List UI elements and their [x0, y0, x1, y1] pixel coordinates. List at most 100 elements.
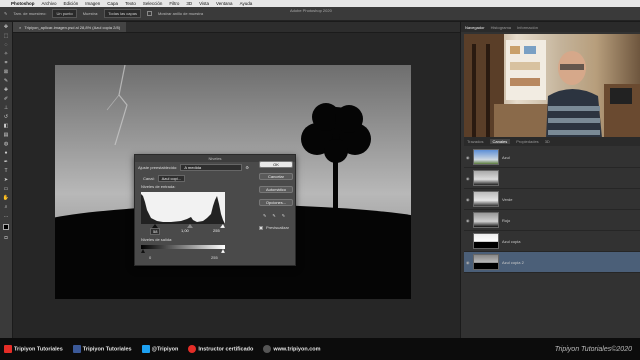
channel-name: Azul copia — [502, 238, 521, 244]
crop-tool-icon[interactable]: ⌗ — [2, 60, 10, 66]
brush-tool-icon[interactable]: ✐ — [2, 96, 10, 102]
options-button[interactable]: Opciones... — [259, 199, 293, 206]
globe-icon — [263, 345, 272, 353]
channel-thumbnail — [473, 149, 499, 165]
channels-tab-bar: Trazados Canales Propiedades 3D — [464, 137, 640, 146]
zoom-tool-icon[interactable]: ⌕ — [2, 204, 10, 210]
black-eyedropper-icon[interactable]: ✎ — [263, 213, 266, 218]
frame-tool-icon[interactable]: ⊠ — [2, 69, 10, 75]
gray-eyedropper-icon[interactable]: ✎ — [272, 213, 275, 218]
input-levels-label: Niveles de entrada: — [141, 184, 176, 189]
eyedropper-tool-icon[interactable]: ✎ — [2, 78, 10, 84]
input-white-value[interactable]: 255 — [211, 228, 222, 233]
sample-layers-select[interactable]: Todas las capas — [104, 9, 141, 18]
tree-silhouette — [301, 103, 371, 217]
ok-button[interactable]: OK — [259, 161, 293, 168]
auto-button[interactable]: Automático — [259, 186, 293, 193]
dodge-tool-icon[interactable]: ● — [2, 150, 10, 156]
show-ring-label: Mostrar anillo de muestra — [157, 11, 204, 16]
tab-properties[interactable]: Propiedades — [516, 139, 538, 144]
color-swatches-icon[interactable] — [2, 222, 10, 232]
path-select-tool-icon[interactable]: ➤ — [2, 177, 10, 183]
quick-select-tool-icon[interactable]: ✧ — [2, 51, 10, 57]
twitter-item[interactable]: @Tripiyon — [141, 345, 178, 353]
menu-archivo[interactable]: Archivo — [42, 1, 57, 6]
lasso-tool-icon[interactable]: ◌ — [2, 42, 10, 48]
facebook-item[interactable]: Tripiyon Tutoriales — [72, 345, 132, 353]
channel-row[interactable]: ◉ Rojo — [464, 210, 640, 231]
channel-select[interactable]: Azul copi... — [157, 175, 186, 182]
youtube-item[interactable]: Tripiyon Tutoriales — [4, 345, 63, 353]
levels-histogram — [141, 192, 225, 224]
eyedropper-icon[interactable]: ✎ — [4, 11, 7, 16]
channel-row[interactable]: ◉ Azul copia 2 — [464, 252, 640, 273]
channel-row[interactable]: ◉ Verde — [464, 189, 640, 210]
visibility-icon[interactable]: ◉ — [466, 176, 470, 181]
close-icon[interactable]: × — [19, 25, 21, 30]
visibility-icon[interactable]: ◉ — [466, 218, 470, 223]
rectangle-tool-icon[interactable]: ▭ — [2, 186, 10, 192]
document-tab[interactable]: × Tripiyon_aplicar-imagen.psd al 28,8% (… — [13, 22, 127, 32]
type-tool-icon[interactable]: T — [2, 168, 10, 174]
tab-navigator[interactable]: Navegador — [465, 25, 485, 30]
healing-tool-icon[interactable]: ✚ — [2, 87, 10, 93]
menu-3d[interactable]: 3D — [186, 1, 192, 6]
more-tools-icon[interactable]: … — [2, 213, 10, 219]
channel-label: Canal: — [143, 176, 155, 181]
tab-channels[interactable]: Canales — [489, 139, 511, 144]
tab-info[interactable]: Información — [517, 25, 538, 30]
branding-bar: Tripiyon Tutoriales Tripiyon Tutoriales … — [0, 338, 640, 360]
preset-label: Ajuste preestablecido: — [138, 165, 178, 170]
cancel-button[interactable]: Cancelar — [259, 173, 293, 180]
white-eyedropper-icon[interactable]: ✎ — [282, 213, 285, 218]
menu-ayuda[interactable]: Ayuda — [240, 1, 253, 6]
output-black-value[interactable]: 0 — [149, 255, 151, 260]
channel-row[interactable]: ◉ — [464, 168, 640, 189]
menu-edicion[interactable]: Edición — [64, 1, 79, 6]
stamp-tool-icon[interactable]: ⊥ — [2, 105, 10, 111]
gradient-tool-icon[interactable]: ▤ — [2, 132, 10, 138]
blur-tool-icon[interactable]: ◍ — [2, 141, 10, 147]
output-white-value[interactable]: 255 — [211, 255, 218, 260]
channel-name: Rojo — [502, 217, 511, 223]
channel-row[interactable]: ◉ Azul — [464, 147, 640, 168]
menu-seleccion[interactable]: Selección — [143, 1, 163, 6]
menu-imagen[interactable]: Imagen — [85, 1, 100, 6]
tab-3d[interactable]: 3D — [545, 139, 550, 144]
adobe-item[interactable]: Instructor certificado — [188, 345, 253, 353]
output-sliders[interactable] — [141, 249, 225, 253]
visibility-icon[interactable] — [466, 239, 470, 243]
sample-size-select[interactable]: Un punto — [52, 9, 77, 18]
menu-ventana[interactable]: Ventana — [216, 1, 233, 6]
history-brush-tool-icon[interactable]: ↺ — [2, 114, 10, 120]
input-gray-value[interactable]: 1,00 — [179, 228, 191, 233]
levels-dialog[interactable]: Niveles Ajuste preestablecido: A medida … — [134, 154, 296, 266]
app-menu[interactable]: Photoshop — [11, 1, 35, 6]
tab-paths[interactable]: Trazados — [467, 139, 484, 144]
visibility-icon[interactable]: ◉ — [466, 260, 470, 265]
menu-texto[interactable]: Texto — [125, 1, 136, 6]
website-item[interactable]: www.tripiyon.com — [263, 345, 321, 353]
marquee-tool-icon[interactable]: ⬚ — [2, 33, 10, 39]
channel-row[interactable]: Azul copia — [464, 231, 640, 252]
menu-vista[interactable]: Vista — [199, 1, 209, 6]
quick-mask-icon[interactable]: ◘ — [2, 235, 10, 241]
preview-checkbox[interactable] — [259, 225, 263, 230]
menu-capa[interactable]: Capa — [107, 1, 118, 6]
canvas-area[interactable]: Niveles Ajuste preestablecido: A medida … — [13, 33, 460, 338]
menu-filtro[interactable]: Filtro — [169, 1, 179, 6]
eraser-tool-icon[interactable]: ◧ — [2, 123, 10, 129]
show-ring-checkbox[interactable] — [146, 11, 152, 16]
move-tool-icon[interactable]: ✥ — [2, 24, 10, 30]
pen-tool-icon[interactable]: ✒ — [2, 159, 10, 165]
visibility-icon[interactable]: ◉ — [466, 155, 470, 160]
input-black-field[interactable]: 58 — [150, 228, 161, 235]
visibility-icon[interactable]: ◉ — [466, 197, 470, 202]
preset-select[interactable]: A medida — [180, 164, 243, 171]
youtube-label: Tripiyon Tutoriales — [14, 346, 63, 353]
hand-tool-icon[interactable]: ✋ — [2, 195, 10, 201]
tab-histogram[interactable]: Histograma — [491, 25, 511, 30]
channel-thumbnail — [473, 254, 499, 270]
channel-thumbnail — [473, 170, 499, 186]
preset-gear-icon[interactable]: ⚙ — [245, 165, 249, 170]
